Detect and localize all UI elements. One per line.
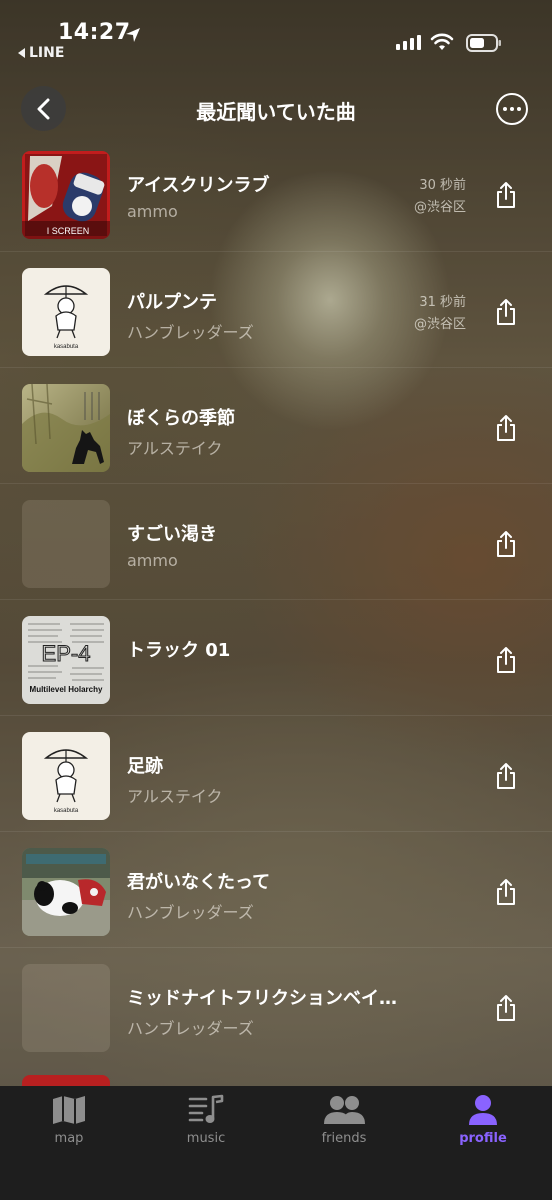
artist-name: アルステイク: [127, 439, 223, 458]
artist-name: アルステイク: [127, 787, 223, 806]
svg-text:kasabuta: kasabuta: [54, 808, 79, 814]
song-title: 足跡: [127, 756, 163, 777]
share-icon[interactable]: [494, 181, 518, 209]
more-dot-icon: [517, 107, 521, 111]
play-meta: 30 秒前 @渋谷区: [414, 175, 466, 219]
played-time: 31 秒前: [419, 295, 466, 310]
album-art-image: kasabuta: [22, 268, 110, 356]
share-icon[interactable]: [494, 878, 518, 906]
album-art-image: [22, 384, 110, 472]
page-title: 最近聞いていた曲: [196, 100, 356, 124]
tab-friends-label: friends: [321, 1131, 367, 1146]
back-triangle-icon: [18, 48, 25, 58]
artist-name: ハンブレッダーズ: [127, 1019, 254, 1038]
share-icon[interactable]: [494, 298, 518, 326]
more-options-button[interactable]: [496, 93, 528, 125]
album-art: EP-4 Multilevel Holarchy: [22, 616, 110, 704]
played-location: @渋谷区: [413, 317, 466, 332]
album-art: [22, 848, 110, 936]
artist-name: ammo: [127, 551, 178, 570]
album-art-placeholder: [22, 500, 110, 588]
wifi-icon: [430, 33, 454, 50]
track-row[interactable]: 君がいなくたって ハンブレッダーズ: [0, 831, 552, 947]
tab-friends[interactable]: friends: [294, 1094, 394, 1146]
location-arrow-icon: [126, 28, 140, 42]
played-location: @渋谷区: [413, 200, 466, 215]
song-title: ぼくらの季節: [127, 408, 235, 429]
song-title: 君がいなくたって: [127, 872, 271, 893]
battery-icon: [466, 34, 501, 52]
music-list-icon: [188, 1094, 224, 1123]
back-to-app-link[interactable]: LINE: [18, 45, 64, 61]
track-row[interactable]: すごい渇き ammo: [0, 483, 552, 599]
more-dot-icon: [503, 107, 507, 111]
artist-name: ハンブレッダーズ: [127, 323, 254, 342]
play-meta: 31 秒前 @渋谷区: [414, 292, 466, 336]
track-row[interactable]: ぼくらの季節 アルステイク: [0, 367, 552, 483]
album-art-placeholder: [22, 964, 110, 1052]
album-art-image: EP-4 Multilevel Holarchy: [22, 616, 110, 704]
tab-music-label: music: [186, 1131, 226, 1146]
track-row[interactable]: kasabuta パルプンテ ハンブレッダーズ 31 秒前 @渋谷区: [0, 251, 552, 367]
share-icon[interactable]: [494, 646, 518, 674]
profile-icon: [469, 1095, 497, 1125]
track-row[interactable]: kasabuta 足跡 アルステイク: [0, 715, 552, 831]
song-title: ミッドナイトフリクションベイ…: [127, 988, 397, 1009]
status-bar: 14:27 LINE: [0, 0, 552, 74]
track-row[interactable]: EP-4 Multilevel Holarchy トラック 01: [0, 599, 552, 715]
tab-map[interactable]: map: [19, 1094, 119, 1146]
recent-tracks-list: I SCREEN アイスクリンラブ ammo 30 秒前 @渋谷区 kasabu…: [0, 135, 552, 1063]
svg-text:kasabuta: kasabuta: [54, 344, 79, 350]
back-app-label: LINE: [29, 45, 65, 61]
song-title: パルプンテ: [127, 292, 217, 313]
friends-icon: [324, 1096, 365, 1124]
track-row[interactable]: ミッドナイトフリクションベイ… ハンブレッダーズ: [0, 947, 552, 1063]
song-title: アイスクリンラブ: [127, 175, 270, 196]
album-art: [22, 384, 110, 472]
svg-text:EP-4: EP-4: [42, 641, 91, 666]
tab-map-label: map: [54, 1131, 84, 1146]
svg-text:Multilevel Holarchy: Multilevel Holarchy: [30, 685, 103, 694]
map-icon: [53, 1096, 85, 1124]
album-art: kasabuta: [22, 268, 110, 356]
album-art: kasabuta: [22, 732, 110, 820]
album-art-image: [22, 848, 110, 936]
song-title: すごい渇き: [127, 524, 217, 545]
artist-name: ハンブレッダーズ: [127, 903, 254, 922]
bottom-tab-bar: map music friends profile: [0, 1086, 552, 1200]
album-art-image: kasabuta: [22, 732, 110, 820]
played-time: 30 秒前: [419, 178, 466, 193]
tab-profile[interactable]: profile: [433, 1094, 533, 1146]
navigation-header: 最近聞いていた曲: [0, 86, 552, 132]
album-art-image: I SCREEN: [22, 151, 110, 239]
song-title: トラック 01: [127, 640, 231, 661]
tab-profile-label: profile: [459, 1131, 507, 1146]
more-dot-icon: [510, 107, 514, 111]
share-icon[interactable]: [494, 994, 518, 1022]
cellular-signal-icon: [396, 34, 421, 50]
share-icon[interactable]: [494, 414, 518, 442]
status-time: 14:27: [58, 20, 131, 45]
album-art: I SCREEN: [22, 151, 110, 239]
artist-name: ammo: [127, 202, 178, 221]
share-icon[interactable]: [494, 762, 518, 790]
tab-music[interactable]: music: [156, 1094, 256, 1146]
share-icon[interactable]: [494, 530, 518, 558]
svg-text:I SCREEN: I SCREEN: [47, 226, 90, 236]
track-row[interactable]: I SCREEN アイスクリンラブ ammo 30 秒前 @渋谷区: [0, 135, 552, 251]
